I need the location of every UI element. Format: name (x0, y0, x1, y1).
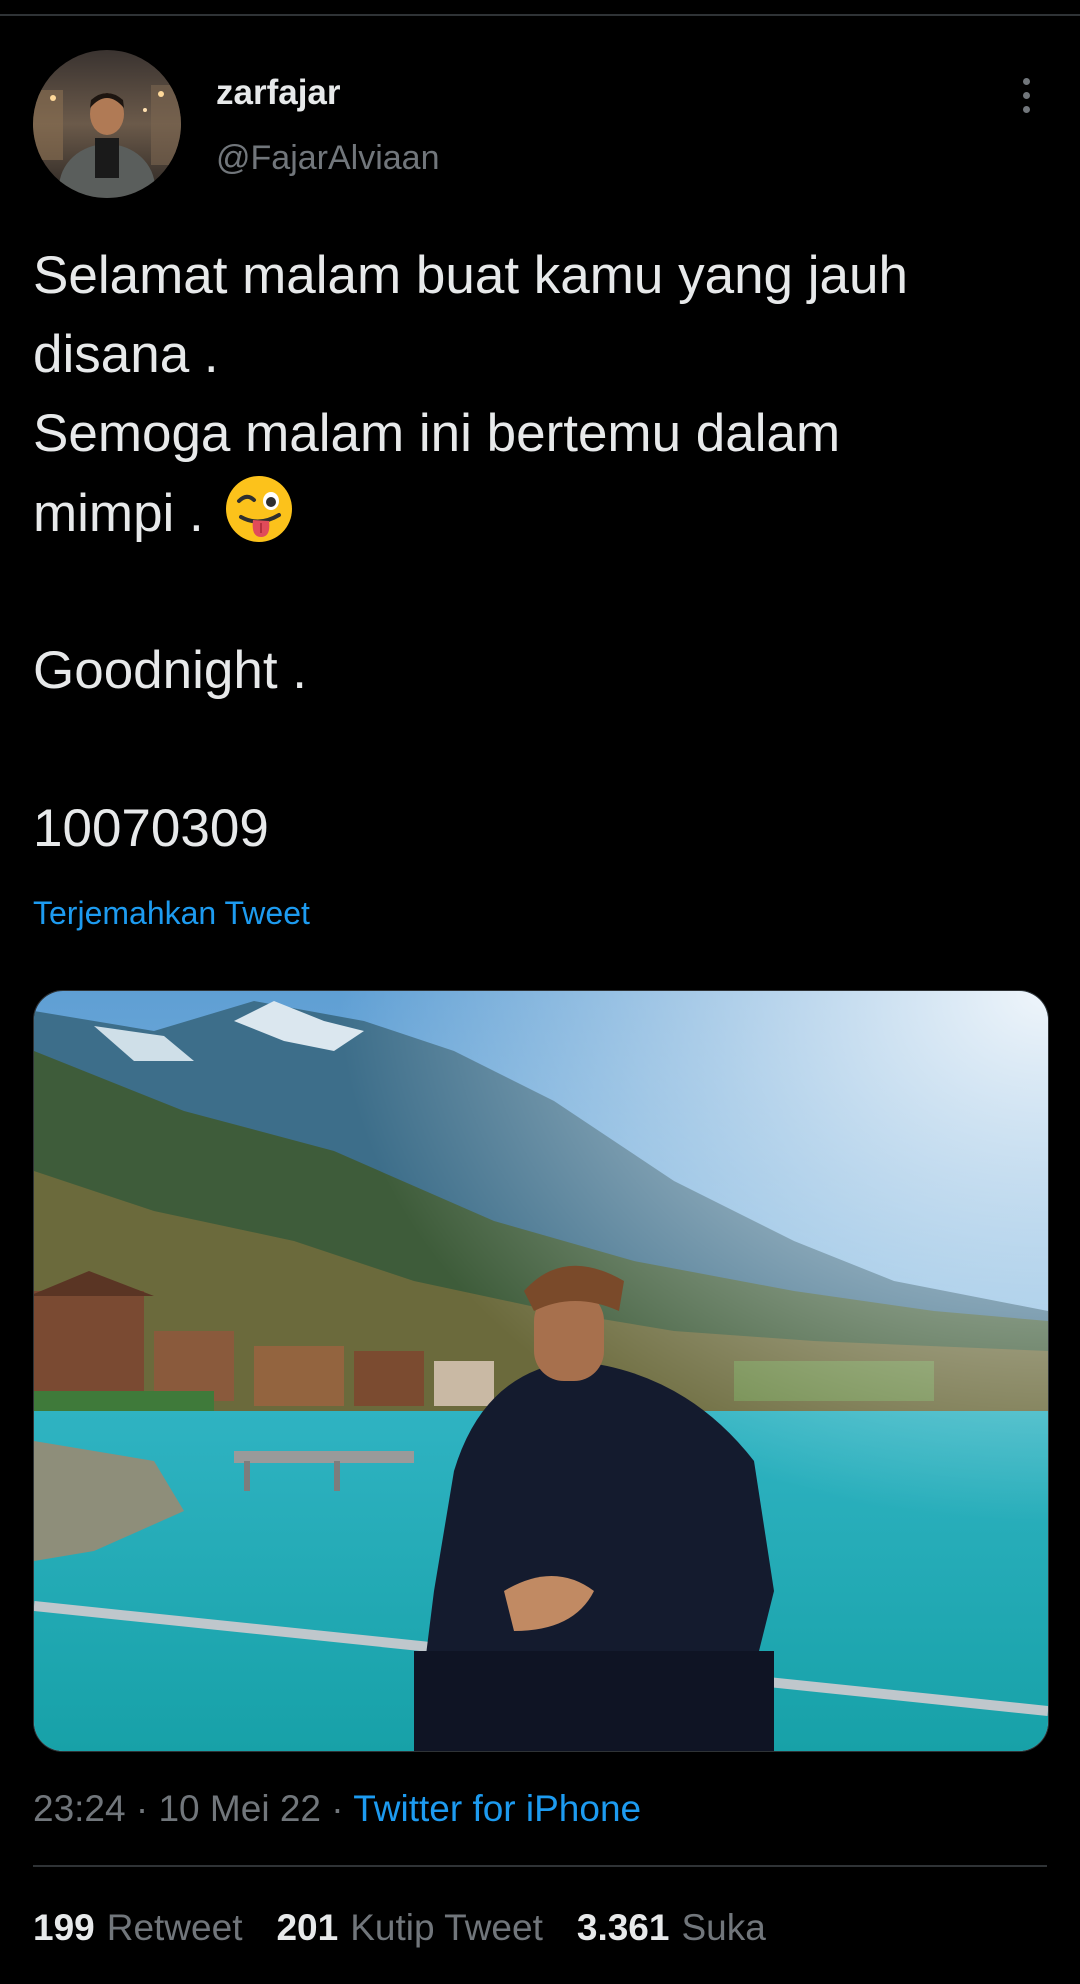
tweet-text-blank (33, 710, 1043, 789)
tweet-text-line: mimpi . (33, 484, 219, 543)
tweet-text: Selamat malam buat kamu yang jauh disana… (33, 236, 1043, 868)
tweet-time[interactable]: 23:24 (33, 1788, 126, 1829)
tweet-text-line: Selamat malam buat kamu yang jauh (33, 246, 908, 305)
tweet-text-line: Semoga malam ini bertemu dalam (33, 404, 841, 463)
vertical-ellipsis-icon-dot (1022, 91, 1030, 99)
author-display-name[interactable]: zarfajar (216, 70, 341, 116)
top-divider (0, 14, 1080, 16)
retweets-count: 199 (33, 1907, 95, 1948)
likes-stat[interactable]: 3.361 Suka (577, 1905, 766, 1951)
author-avatar[interactable] (33, 50, 181, 198)
quote-tweets-count: 201 (276, 1907, 339, 1948)
tweet-date[interactable]: 10 Mei 22 (158, 1788, 321, 1829)
translate-tweet-link[interactable]: Terjemahkan Tweet (33, 893, 310, 933)
tweet-text-line: disana . (33, 325, 219, 384)
quote-tweets-stat[interactable]: 201 Kutip Tweet (276, 1905, 542, 1951)
tweet-text-line: Goodnight . (33, 641, 308, 700)
winking-face-with-tongue-emoji-icon (225, 476, 292, 542)
tweet-meta: 23:24 · 10 Mei 22 · Twitter for iPhone (33, 1786, 641, 1832)
likes-count: 3.361 (576, 1907, 670, 1948)
tweet-text-line-with-emoji: mimpi . (33, 473, 1043, 552)
tweet-photo[interactable] (33, 990, 1049, 1752)
likes-label: Suka (681, 1907, 766, 1948)
tweet-text-line: 10070309 (33, 799, 269, 858)
vertical-ellipsis-icon-dot (1022, 105, 1030, 113)
meta-separator: · (125, 1788, 159, 1829)
tweet-text-blank (33, 552, 1043, 631)
vertical-ellipsis-icon (1022, 77, 1030, 85)
more-options-button[interactable] (1008, 72, 1044, 118)
quote-tweets-label: Kutip Tweet (350, 1907, 543, 1948)
tweet-source-link[interactable]: Twitter for iPhone (353, 1788, 641, 1829)
tweet-stats: 199 Retweet 201 Kutip Tweet 3.361 Suka (33, 1905, 766, 1951)
retweets-label: Retweet (106, 1907, 243, 1948)
tweet-detail-page: zarfajar @FajarAlviaan Selamat malam bua… (0, 0, 1080, 1984)
retweets-stat[interactable]: 199 Retweet (33, 1905, 242, 1951)
photo-man-by-lake-icon (34, 991, 1048, 1751)
user-avatar-icon (33, 50, 181, 198)
author-handle[interactable]: @FajarAlviaan (216, 136, 440, 180)
meta-separator: · (320, 1788, 354, 1829)
stats-divider (33, 1865, 1047, 1867)
